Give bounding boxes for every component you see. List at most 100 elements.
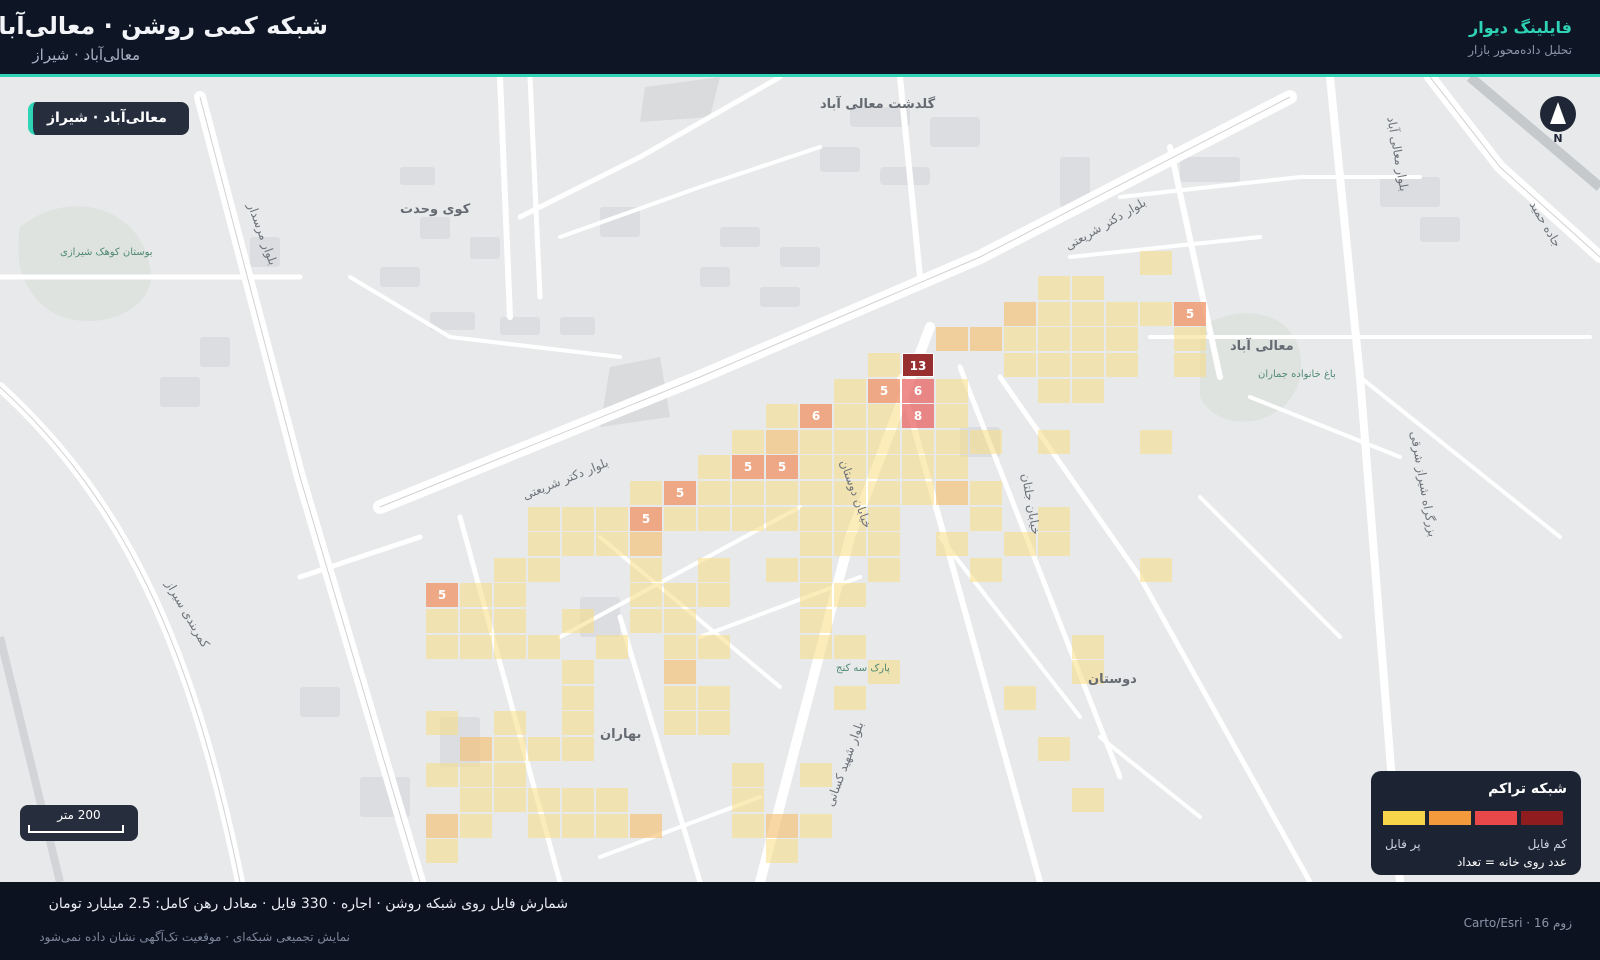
grid-cell[interactable] — [596, 788, 628, 813]
grid-cell[interactable] — [732, 506, 764, 531]
grid-cell[interactable] — [936, 404, 968, 429]
grid-cell[interactable] — [562, 711, 594, 736]
grid-cell[interactable] — [732, 788, 764, 813]
grid-cell[interactable] — [1038, 532, 1070, 557]
grid-cell[interactable] — [834, 378, 866, 403]
grid-cell[interactable] — [630, 609, 662, 633]
grid-cell[interactable] — [562, 506, 594, 531]
grid-cell[interactable] — [1038, 276, 1070, 301]
grid-cell[interactable] — [766, 481, 798, 505]
grid-cell[interactable]: 5 — [732, 455, 764, 480]
grid-cell[interactable] — [698, 711, 730, 736]
grid-cell[interactable] — [630, 481, 662, 505]
grid-cell[interactable] — [698, 481, 730, 505]
grid-cell[interactable] — [494, 634, 526, 659]
grid-cell[interactable] — [868, 481, 900, 505]
grid-cell[interactable] — [1106, 301, 1138, 326]
grid-cell[interactable] — [1038, 353, 1070, 377]
grid-cell[interactable] — [664, 660, 696, 685]
grid-cell[interactable] — [494, 788, 526, 813]
grid-cell[interactable] — [562, 685, 594, 710]
grid-cell[interactable] — [868, 429, 900, 454]
grid-cell[interactable] — [936, 429, 968, 454]
grid-cell[interactable] — [494, 583, 526, 608]
grid-cell[interactable] — [766, 506, 798, 531]
grid-cell[interactable] — [868, 557, 900, 582]
grid-cell[interactable] — [800, 506, 832, 531]
north-arrow[interactable]: N — [1540, 96, 1576, 148]
grid-cell[interactable] — [630, 557, 662, 582]
grid-cell[interactable] — [1072, 788, 1104, 813]
grid-cell[interactable] — [698, 506, 730, 531]
grid-cell[interactable] — [460, 737, 492, 761]
grid-cell[interactable]: 5 — [1174, 301, 1206, 326]
grid-cell[interactable] — [1004, 301, 1036, 326]
grid-cell[interactable] — [800, 481, 832, 505]
grid-cell[interactable]: 13 — [902, 353, 934, 377]
grid-cell[interactable] — [1140, 557, 1172, 582]
grid-cell[interactable] — [528, 813, 560, 838]
grid-cell[interactable]: 5 — [426, 583, 458, 608]
grid-cell[interactable]: 6 — [902, 378, 934, 403]
grid-cell[interactable]: 5 — [664, 481, 696, 505]
grid-cell[interactable] — [1038, 506, 1070, 531]
grid-cell[interactable] — [902, 429, 934, 454]
grid-cell[interactable] — [494, 762, 526, 787]
grid-cell[interactable] — [562, 532, 594, 557]
grid-cell[interactable] — [1072, 276, 1104, 301]
grid-cell[interactable] — [698, 685, 730, 710]
grid-cell[interactable] — [970, 506, 1002, 531]
grid-cell[interactable] — [596, 532, 628, 557]
grid-cell[interactable] — [766, 813, 798, 838]
grid-cell[interactable] — [630, 583, 662, 608]
grid-cell[interactable] — [834, 404, 866, 429]
grid-cell[interactable] — [936, 378, 968, 403]
grid-cell[interactable] — [1038, 327, 1070, 352]
grid-cell[interactable] — [664, 609, 696, 633]
grid-cell[interactable] — [528, 737, 560, 761]
grid-cell[interactable] — [868, 353, 900, 377]
grid-cell[interactable] — [1174, 353, 1206, 377]
grid-cell[interactable] — [1004, 532, 1036, 557]
grid-cell[interactable] — [698, 557, 730, 582]
brand-name[interactable]: فایلینگ دیوار — [1469, 18, 1572, 37]
grid-cell[interactable]: 8 — [902, 404, 934, 429]
grid-cell[interactable] — [630, 532, 662, 557]
grid-cell[interactable] — [1004, 353, 1036, 377]
grid-cell[interactable] — [800, 532, 832, 557]
grid-cell[interactable] — [936, 481, 968, 505]
grid-cell[interactable] — [494, 609, 526, 633]
grid-cell[interactable] — [460, 762, 492, 787]
grid-cell[interactable] — [460, 609, 492, 633]
grid-cell[interactable] — [868, 404, 900, 429]
grid-cell[interactable] — [528, 788, 560, 813]
grid-cell[interactable] — [834, 532, 866, 557]
grid-cell[interactable] — [664, 506, 696, 531]
grid-cell[interactable] — [970, 481, 1002, 505]
grid-cell[interactable] — [426, 813, 458, 838]
grid-cell[interactable] — [766, 839, 798, 864]
grid-cell[interactable] — [460, 634, 492, 659]
grid-cell[interactable] — [1106, 353, 1138, 377]
grid-cell[interactable] — [1004, 685, 1036, 710]
grid-cell[interactable] — [528, 634, 560, 659]
grid-cell[interactable] — [970, 557, 1002, 582]
grid-cell[interactable] — [494, 557, 526, 582]
grid-cell[interactable] — [1038, 378, 1070, 403]
grid-cell[interactable] — [528, 557, 560, 582]
grid-cell[interactable] — [664, 583, 696, 608]
grid-cell[interactable] — [596, 506, 628, 531]
grid-cell[interactable] — [1072, 634, 1104, 659]
grid-cell[interactable] — [868, 532, 900, 557]
grid-cell[interactable] — [460, 788, 492, 813]
grid-cell[interactable] — [1038, 737, 1070, 761]
grid-cell[interactable]: 6 — [800, 404, 832, 429]
map-canvas[interactable]: 5 13 5 6 6 8 5 5 5 5 5 گلدشت معالی آباد کوی وحدت معا… — [0, 77, 1600, 882]
grid-cell[interactable] — [800, 813, 832, 838]
grid-cell[interactable] — [868, 455, 900, 480]
grid-cell[interactable] — [732, 762, 764, 787]
grid-cell[interactable] — [936, 327, 968, 352]
grid-cell[interactable] — [460, 583, 492, 608]
grid-cell[interactable] — [1140, 429, 1172, 454]
grid-cell[interactable] — [1038, 301, 1070, 326]
